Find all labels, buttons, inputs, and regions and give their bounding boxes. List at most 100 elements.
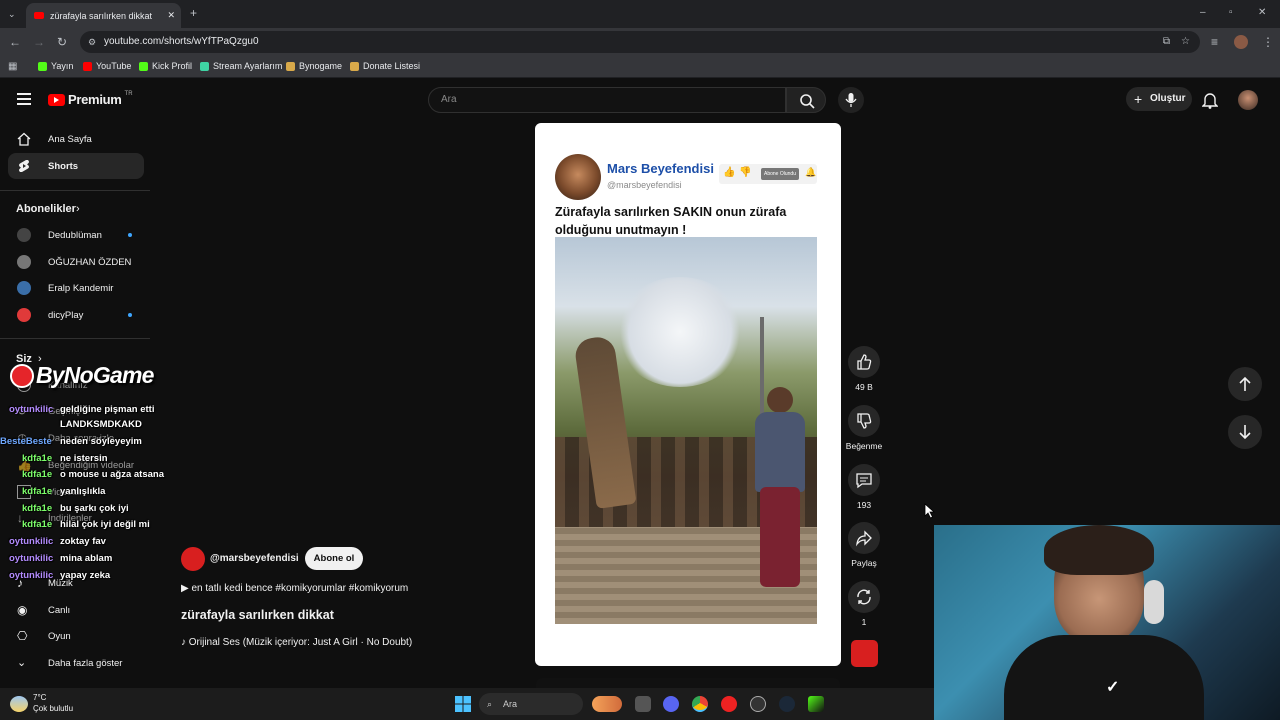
youtube-play-logo-icon — [48, 93, 65, 106]
chrome-menu-icon[interactable]: ⋮ — [1262, 36, 1274, 48]
short-title: zürafayla sarılırken dikkat — [181, 608, 334, 622]
chat-message: oytunkilic mina ablam — [9, 553, 112, 564]
new-content-dot — [128, 313, 132, 317]
notifications-bell-icon[interactable] — [1202, 91, 1218, 109]
subscriptions-title: Abonelikler — [16, 203, 76, 215]
profile-avatar[interactable] — [1234, 35, 1248, 49]
kick-app-icon[interactable] — [808, 696, 824, 712]
logo-country-badge: TR — [124, 90, 133, 97]
donate-icon — [350, 61, 359, 71]
weather-icon[interactable] — [10, 696, 28, 712]
sidebar-label: Ana Sayfa — [48, 133, 92, 145]
maximize-icon[interactable]: ▫ — [1229, 7, 1233, 19]
forward-icon[interactable]: → — [33, 36, 45, 48]
short-channel-handle[interactable]: @marsbeyefendisi — [210, 553, 299, 564]
kick-icon — [38, 61, 47, 71]
search-input[interactable]: Ara — [428, 87, 786, 113]
chat-username: oytunkilic — [9, 570, 54, 581]
chrome-icon[interactable] — [692, 696, 708, 712]
chat-username: oytunkilic — [9, 536, 54, 547]
chat-username: oytunkilic — [9, 404, 54, 415]
url-input[interactable]: ⚙ youtube.com/shorts/wYfTPaQzgu0 ⧉ ☆ — [80, 31, 1200, 53]
share-button[interactable] — [848, 522, 880, 554]
sidebar-channel-eralp-kandemir[interactable]: Eralp Kandemir — [0, 275, 150, 301]
tab-search-icon[interactable]: ⌄ — [8, 8, 16, 20]
streamer-hair-shape — [1044, 525, 1154, 575]
bookmark-kick-profil[interactable]: Kick Profil — [139, 61, 192, 71]
channel-avatar — [17, 281, 31, 295]
channel-avatar[interactable] — [181, 547, 205, 571]
plus-icon: + — [1134, 91, 1143, 107]
comments-button[interactable] — [848, 464, 880, 496]
bookmark-bynogame[interactable]: Bynogame — [286, 61, 342, 71]
new-tab-icon[interactable]: + — [190, 7, 197, 19]
sidebar-label: Oyun — [48, 630, 71, 642]
subscribe-button[interactable]: Abone ol — [305, 547, 363, 570]
channel-name: Dedublüman — [48, 229, 102, 241]
site-info-icon[interactable]: ⚙ — [88, 31, 96, 53]
next-short-button[interactable] — [1228, 415, 1262, 449]
bookmark-star-icon[interactable]: ☆ — [1181, 31, 1190, 53]
bookmark-stream-ayarlarim[interactable]: Stream Ayarlarım — [200, 61, 282, 71]
chevron-right-icon: › — [76, 203, 80, 215]
sidebar-channel-dedubluman[interactable]: Dedublüman — [0, 222, 150, 248]
like-button[interactable] — [848, 346, 880, 378]
windows-start-icon[interactable] — [455, 696, 471, 712]
thumbs-down-icon — [857, 413, 872, 429]
remix-button[interactable] — [848, 581, 880, 613]
sidebar-item-live[interactable]: ◉ Canlı — [0, 597, 150, 623]
bookmark-label: Yayın — [51, 61, 74, 71]
minimize-icon[interactable]: – — [1200, 7, 1206, 19]
close-tab-icon[interactable]: ✕ — [167, 10, 175, 21]
steam-icon[interactable] — [779, 696, 795, 712]
sidebar-channel-oguzhan-ozden[interactable]: OĞUZHAN ÖZDEN — [0, 249, 150, 275]
account-avatar[interactable] — [1238, 90, 1258, 110]
discord-icon[interactable] — [663, 696, 679, 712]
shorts-video-player[interactable]: Mars Beyefendisi @marsbeyefendisi 👍 👎 Ab… — [535, 123, 841, 666]
back-icon[interactable]: ← — [9, 36, 21, 48]
chat-text: bu şarkı çok iyi — [60, 503, 129, 514]
reading-list-icon[interactable]: ≡ — [1211, 36, 1218, 48]
dislike-button[interactable] — [848, 405, 880, 437]
sidebar-item-shorts[interactable]: Shorts — [8, 153, 144, 179]
audio-source-thumbnail[interactable] — [851, 640, 878, 667]
voice-search-button[interactable] — [838, 87, 864, 113]
task-view-icon[interactable] — [635, 696, 651, 712]
install-app-icon[interactable]: ⧉ — [1163, 31, 1170, 53]
channel-name: dicyPlay — [48, 309, 84, 321]
obs-icon[interactable] — [750, 696, 766, 712]
kick-icon — [139, 61, 148, 71]
reload-icon[interactable]: ↻ — [57, 36, 67, 48]
youtube-logo[interactable]: Premium TR — [48, 90, 133, 107]
media-player-icon[interactable] — [721, 696, 737, 712]
bookmark-donate-listesi[interactable]: Donate Listesi — [350, 61, 420, 71]
sidebar-divider — [0, 338, 150, 339]
apps-grid-icon[interactable]: ▦ — [8, 61, 17, 73]
share-icon — [856, 530, 872, 547]
previous-short-button[interactable] — [1228, 367, 1262, 401]
sidebar-item-gaming[interactable]: ⎔ Oyun — [0, 623, 150, 649]
sidebar-item-home[interactable]: Ana Sayfa — [0, 126, 150, 152]
taskbar-search[interactable]: ⌕ Ara — [479, 693, 583, 715]
chat-username: BesteBeste — [0, 436, 52, 447]
create-button[interactable]: + Oluştur — [1126, 87, 1192, 111]
subscriptions-header[interactable]: Abonelikler › — [0, 196, 150, 222]
live-icon: ◉ — [17, 603, 28, 617]
tab-active[interactable]: zürafayla sarılırken dikkat ✕ — [26, 3, 181, 28]
shorts-icon — [19, 160, 29, 172]
menu-hamburger-icon[interactable] — [17, 93, 31, 105]
youtube-header: Premium TR Ara + Oluştur — [0, 80, 1280, 120]
short-music[interactable]: ♪ Orijinal Ses (Müzik içeriyor: Just A G… — [181, 637, 412, 648]
sidebar-channel-dicyplay[interactable]: dicyPlay — [0, 302, 150, 328]
widgets-icon[interactable] — [592, 696, 622, 712]
search-button[interactable] — [786, 87, 826, 113]
nike-logo-icon: ✓ — [1106, 679, 1120, 696]
weather-desc: Çok bulutlu — [33, 704, 74, 713]
bookmark-yayin[interactable]: Yayın — [38, 61, 73, 71]
bookmark-youtube[interactable]: YouTube — [83, 61, 131, 71]
chat-username: kdfa1e — [22, 519, 53, 530]
chat-username: kdfa1e — [22, 453, 53, 464]
close-window-icon[interactable]: ✕ — [1258, 7, 1266, 19]
short-description[interactable]: ▶ en tatlı kedi bence #komikyorumlar #ko… — [181, 583, 408, 594]
sidebar-item-show-more[interactable]: ⌄ Daha fazla göster — [0, 650, 150, 676]
